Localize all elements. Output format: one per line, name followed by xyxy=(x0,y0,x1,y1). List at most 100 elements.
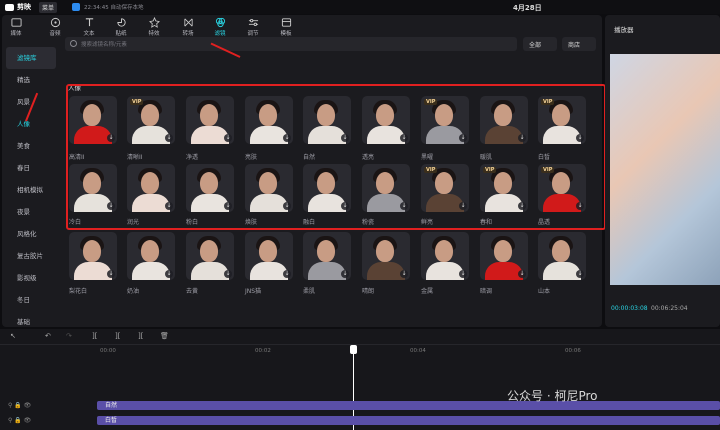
download-icon[interactable]: ↓ xyxy=(459,270,467,278)
filter-name: 暗调 xyxy=(480,288,493,295)
download-icon[interactable]: ↓ xyxy=(283,134,291,142)
filter-name: 自然 xyxy=(303,154,316,161)
download-icon[interactable]: ↓ xyxy=(400,270,408,278)
download-icon[interactable]: ↓ xyxy=(400,134,408,142)
sidebar-item-featured[interactable]: 精选 xyxy=(6,69,56,91)
trim-right-icon[interactable]: ][ xyxy=(138,332,143,340)
filter-tile[interactable]: ↓ xyxy=(186,164,234,212)
filter-tile[interactable]: ↓ xyxy=(69,96,117,144)
download-icon[interactable]: ↓ xyxy=(576,270,584,278)
filter-tile[interactable]: ↓ xyxy=(69,164,117,212)
tab-label: 调节 xyxy=(247,31,259,37)
delete-icon[interactable]: 🗑 xyxy=(160,332,169,340)
filter-tile[interactable]: ↓ xyxy=(186,232,234,280)
vip-badge: VIP xyxy=(541,99,555,105)
filter-tile[interactable]: VIP ↓ xyxy=(538,164,586,212)
filter-tile[interactable]: ↓ xyxy=(480,96,528,144)
download-icon[interactable]: ↓ xyxy=(283,270,291,278)
tab-media[interactable]: 媒体 xyxy=(3,17,29,41)
trim-left-icon[interactable]: ][ xyxy=(115,332,120,340)
sidebar-item-portrait[interactable]: 人像 xyxy=(6,113,56,135)
filter-tile[interactable]: ↓ xyxy=(421,232,469,280)
split-icon[interactable]: ][ xyxy=(92,332,97,340)
filter-tile[interactable]: VIP ↓ xyxy=(421,164,469,212)
filter-tile[interactable]: ↓ xyxy=(538,232,586,280)
playhead-handle[interactable] xyxy=(350,345,357,354)
filter-tile[interactable]: ↓ xyxy=(303,164,351,212)
filter-tile[interactable]: ↓ xyxy=(245,96,293,144)
sidebar-item-camera-sim[interactable]: 相机模拟 xyxy=(6,179,56,201)
download-icon[interactable]: ↓ xyxy=(341,134,349,142)
download-icon[interactable]: ↓ xyxy=(165,134,173,142)
download-icon[interactable]: ↓ xyxy=(518,202,526,210)
audio-icon xyxy=(50,17,60,28)
redo-icon[interactable]: ↷ xyxy=(66,332,72,340)
select-tool-icon[interactable]: ↖ xyxy=(10,332,16,340)
template-icon xyxy=(281,18,291,27)
shop-button[interactable]: 商店 xyxy=(562,37,596,51)
sidebar-item-library[interactable]: 滤镜库 xyxy=(6,47,56,69)
download-icon[interactable]: ↓ xyxy=(224,270,232,278)
filter-tile[interactable]: ↓ xyxy=(186,96,234,144)
save-status-icon xyxy=(72,3,81,11)
undo-icon[interactable]: ↶ xyxy=(45,332,51,340)
ruler-tick: 00:04 xyxy=(410,348,426,354)
filter-tile[interactable]: ↓ xyxy=(480,232,528,280)
download-icon[interactable]: ↓ xyxy=(224,202,232,210)
filter-tile[interactable]: ↓ xyxy=(362,96,410,144)
track-controls[interactable]: ⚲ 🔒 👁 xyxy=(8,402,31,409)
filter-tile[interactable]: ↓ xyxy=(245,164,293,212)
filter-clip[interactable]: 自然 xyxy=(97,401,720,410)
filter-tile[interactable]: ↓ xyxy=(362,164,410,212)
filter-tile[interactable]: ↓ xyxy=(245,232,293,280)
track-controls[interactable]: ⚲ 🔒 👁 xyxy=(8,417,31,424)
download-icon[interactable]: ↓ xyxy=(341,270,349,278)
download-icon[interactable]: ↓ xyxy=(165,202,173,210)
sidebar-item-cinematic[interactable]: 影视级 xyxy=(6,267,56,289)
sidebar-item-stylized[interactable]: 风格化 xyxy=(6,223,56,245)
download-icon[interactable]: ↓ xyxy=(518,134,526,142)
filter-tile[interactable]: ↓ xyxy=(127,232,175,280)
filter-name: 黑曜 xyxy=(421,154,434,161)
filter-tile[interactable]: ↓ xyxy=(127,164,175,212)
tab-label: 音频 xyxy=(49,31,61,37)
filter-clip[interactable]: 白皙 xyxy=(97,416,720,425)
download-icon[interactable]: ↓ xyxy=(107,134,115,142)
sidebar-item-winter[interactable]: 冬日 xyxy=(6,289,56,311)
filter-tile[interactable]: ↓ xyxy=(303,232,351,280)
download-icon[interactable]: ↓ xyxy=(576,202,584,210)
download-icon[interactable]: ↓ xyxy=(107,270,115,278)
vip-badge: VIP xyxy=(541,167,555,173)
sidebar-item-spring[interactable]: 春日 xyxy=(6,157,56,179)
sidebar-item-night[interactable]: 夜景 xyxy=(6,201,56,223)
download-icon[interactable]: ↓ xyxy=(459,134,467,142)
tab-label: 特效 xyxy=(148,31,160,37)
filter-all-button[interactable]: 全部 xyxy=(523,37,557,51)
menu-button[interactable]: 菜单 xyxy=(39,1,58,13)
download-icon[interactable]: ↓ xyxy=(107,202,115,210)
vip-badge: VIP xyxy=(424,99,438,105)
download-icon[interactable]: ↓ xyxy=(224,134,232,142)
download-icon[interactable]: ↓ xyxy=(165,270,173,278)
filter-search[interactable]: 搜索滤镜名称/元素 xyxy=(65,37,517,51)
filter-category-sidebar: 滤镜库 精选 风景 人像 美食 春日 相机模拟 夜景 风格化 复古胶片 影视级 … xyxy=(6,47,56,333)
download-icon[interactable]: ↓ xyxy=(518,270,526,278)
download-icon[interactable]: ↓ xyxy=(400,202,408,210)
filter-tile[interactable]: VIP ↓ xyxy=(127,96,175,144)
download-icon[interactable]: ↓ xyxy=(459,202,467,210)
filter-tile[interactable]: ↓ xyxy=(303,96,351,144)
filter-name: 春和 xyxy=(480,219,493,226)
download-icon[interactable]: ↓ xyxy=(341,202,349,210)
tab-audio[interactable]: 音频 xyxy=(42,17,68,41)
sidebar-item-food[interactable]: 美食 xyxy=(6,135,56,157)
tab-label: 滤镜 xyxy=(214,31,226,37)
filter-tile[interactable]: VIP ↓ xyxy=(480,164,528,212)
sidebar-item-retro-film[interactable]: 复古胶片 xyxy=(6,245,56,267)
download-icon[interactable]: ↓ xyxy=(576,134,584,142)
filter-tile[interactable]: ↓ xyxy=(69,232,117,280)
download-icon[interactable]: ↓ xyxy=(283,202,291,210)
filter-tile[interactable]: VIP ↓ xyxy=(538,96,586,144)
filter-tile[interactable]: ↓ xyxy=(362,232,410,280)
filter-tile[interactable]: VIP ↓ xyxy=(421,96,469,144)
timeline-panel: ↖ ↶ ↷ ][ ][ ][ 🗑 00:00 00:02 00:04 00:06… xyxy=(0,329,720,430)
